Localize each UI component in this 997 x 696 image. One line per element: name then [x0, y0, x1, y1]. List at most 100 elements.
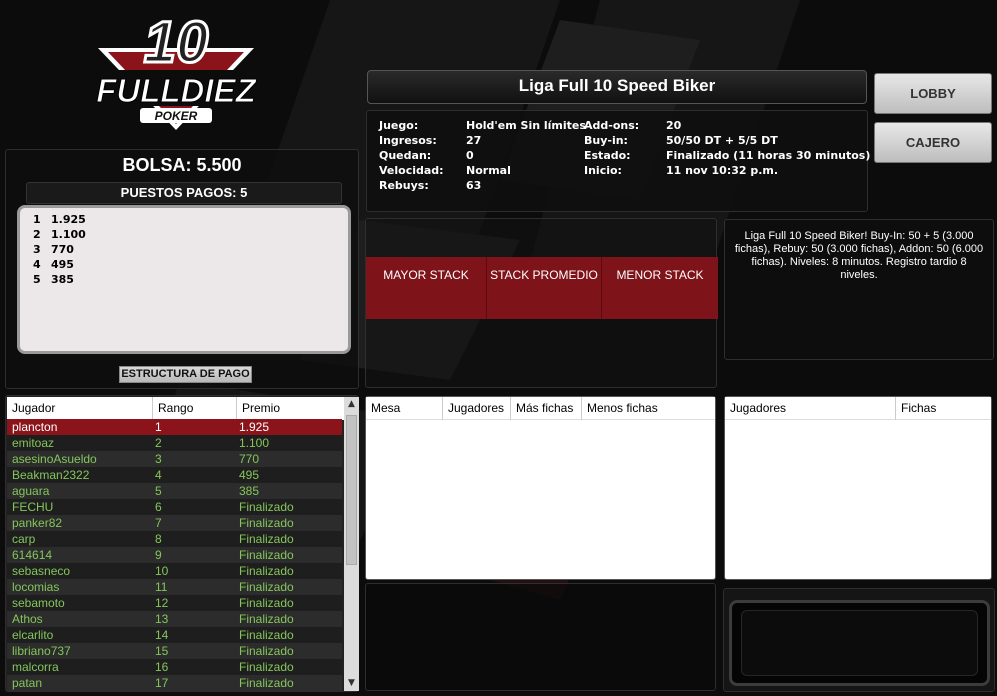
- lobby-button[interactable]: LOBBY: [874, 73, 992, 114]
- players-table-body: plancton 1 1.925 emitoaz 2 1.100 asesinoAsueld…: [7, 419, 342, 691]
- player-name: plancton: [12, 420, 58, 434]
- payout-amount: 1.925: [51, 213, 86, 226]
- table-felt: [741, 610, 978, 676]
- column-header-rank[interactable]: Rango: [153, 397, 237, 420]
- player-prize: Finalizado: [239, 500, 294, 514]
- player-name: elcarlito: [12, 628, 54, 642]
- logo-brand: FULLDIEZ: [96, 72, 257, 109]
- info-value: Normal: [466, 164, 511, 177]
- payout-structure-button[interactable]: ESTRUCTURA DE PAGO: [119, 366, 252, 383]
- player-name: malcorra: [12, 660, 59, 674]
- info-labels-right: Add-ons: Buy-in: Estado: Inicio:: [584, 118, 639, 178]
- table-row[interactable]: asesinoAsueldo 3 770: [7, 451, 342, 467]
- player-rank: 11: [155, 580, 168, 594]
- tables-list-header: Mesa Jugadores Más fichas Menos fichas: [366, 397, 715, 420]
- player-prize: Finalizado: [239, 548, 294, 562]
- player-prize: 385: [239, 484, 260, 498]
- table-row[interactable]: carp 8 Finalizado: [7, 531, 342, 547]
- info-label: Juego:: [379, 119, 419, 132]
- player-name: locomias: [12, 580, 60, 594]
- player-rank: 9: [155, 548, 162, 562]
- player-rank: 1: [155, 420, 162, 434]
- payout-row: 3 770: [33, 242, 348, 257]
- table-row[interactable]: aguara 5 385: [7, 483, 342, 499]
- table-row[interactable]: elcarlito 14 Finalizado: [7, 627, 342, 643]
- column-header-table[interactable]: Mesa: [366, 397, 443, 420]
- info-values-right: 20 50/50 DT + 5/5 DT Finalizado (11 hora…: [666, 118, 870, 178]
- payout-row: 4 495: [33, 257, 348, 272]
- cashier-button[interactable]: CAJERO: [874, 122, 992, 163]
- info-value: 50/50 DT + 5/5 DT: [666, 134, 778, 147]
- player-name: patan: [12, 676, 43, 690]
- table-row[interactable]: libriano737 15 Finalizado: [7, 643, 342, 659]
- player-rank: 14: [155, 628, 169, 642]
- player-name: Athos: [12, 612, 43, 626]
- player-prize: Finalizado: [239, 564, 294, 578]
- players-table: Jugador Rango Premio plancton 1 1.925 emito…: [5, 395, 359, 692]
- player-prize: 495: [239, 468, 260, 482]
- player-rank: 13: [155, 612, 169, 626]
- column-header-players[interactable]: Jugadores: [443, 397, 511, 420]
- info-label: Quedan:: [379, 149, 432, 162]
- player-rank: 6: [155, 500, 162, 514]
- scroll-thumb[interactable]: [346, 415, 357, 565]
- column-header-prize[interactable]: Premio: [237, 397, 344, 420]
- info-value: Hold'em Sin límites: [466, 119, 586, 132]
- table-row[interactable]: Athos 13 Finalizado: [7, 611, 342, 627]
- prize-pool-title: BOLSA: 5.500: [122, 155, 242, 175]
- column-header-chips[interactable]: Fichas: [896, 397, 991, 420]
- payout-row: 1 1.925: [33, 212, 348, 227]
- info-value: Finalizado (11 horas 30 minutos): [666, 149, 871, 162]
- player-name: libriano737: [12, 644, 71, 658]
- scroll-down-icon[interactable]: ▼: [344, 676, 359, 691]
- table-row[interactable]: emitoaz 2 1.100: [7, 435, 342, 451]
- player-rank: 12: [155, 596, 169, 610]
- average-stack-label: STACK PROMEDIO: [490, 268, 598, 282]
- column-header-most-chips[interactable]: Más fichas: [511, 397, 582, 420]
- table-players-header: Jugadores Fichas: [725, 397, 991, 420]
- player-rank: 16: [155, 660, 169, 674]
- payout-row: 2 1.100: [33, 227, 348, 242]
- payout-list: 1 1.925 2 1.100 3 770 4 495 5 385: [17, 205, 351, 354]
- player-rank: 8: [155, 532, 162, 546]
- player-rank: 10: [155, 564, 169, 578]
- players-scrollbar[interactable]: ▲ ▼: [344, 397, 359, 691]
- player-rank: 15: [155, 644, 169, 658]
- table-row[interactable]: locomias 11 Finalizado: [7, 579, 342, 595]
- player-rank: 7: [155, 516, 162, 530]
- column-header-players[interactable]: Jugadores: [725, 397, 896, 420]
- player-name: carp: [12, 532, 36, 546]
- player-prize: 1.925: [239, 420, 270, 434]
- player-rank: 5: [155, 484, 162, 498]
- player-rank: 3: [155, 452, 162, 466]
- column-header-player[interactable]: Jugador: [7, 397, 153, 420]
- scroll-up-icon[interactable]: ▲: [344, 397, 359, 412]
- table-row[interactable]: patan 17 Finalizado: [7, 675, 342, 691]
- info-value: 20: [666, 119, 682, 132]
- table-row[interactable]: plancton 1 1.925: [7, 419, 342, 435]
- info-values-left: Hold'em Sin límites 27 0 Normal 63: [466, 118, 586, 193]
- info-label: Buy-in:: [584, 134, 628, 147]
- payout-amount: 1.100: [51, 228, 86, 241]
- logo-sub: POKER: [155, 109, 198, 123]
- player-name: FECHU: [12, 500, 54, 514]
- player-prize: 770: [239, 452, 260, 466]
- payout-position: 5: [33, 273, 41, 286]
- column-header-least-chips[interactable]: Menos fichas: [582, 397, 715, 420]
- prize-pool-panel: BOLSA: 5.500 PUESTOS PAGOS: 5 1 1.925 2 1.…: [5, 149, 359, 389]
- largest-stack-label: MAYOR STACK: [383, 268, 469, 282]
- table-row[interactable]: 614614 9 Finalizado: [7, 547, 342, 563]
- player-name: 614614: [12, 548, 53, 562]
- description-panel: Liga Full 10 Speed Biker! Buy-In: 50 + 5…: [724, 219, 994, 360]
- table-row[interactable]: FECHU 6 Finalizado: [7, 499, 342, 515]
- table-row[interactable]: panker82 7 Finalizado: [7, 515, 342, 531]
- table-row[interactable]: Beakman2322 4 495: [7, 467, 342, 483]
- poker-table-preview: [729, 600, 990, 686]
- table-row[interactable]: sebamoto 12 Finalizado: [7, 595, 342, 611]
- player-prize: Finalizado: [239, 660, 294, 674]
- payout-amount: 770: [51, 243, 74, 256]
- table-row[interactable]: sebasneco 10 Finalizado: [7, 563, 342, 579]
- player-name: sebamoto: [12, 596, 65, 610]
- table-row[interactable]: malcorra 16 Finalizado: [7, 659, 342, 675]
- tables-list: Mesa Jugadores Más fichas Menos fichas: [365, 396, 716, 580]
